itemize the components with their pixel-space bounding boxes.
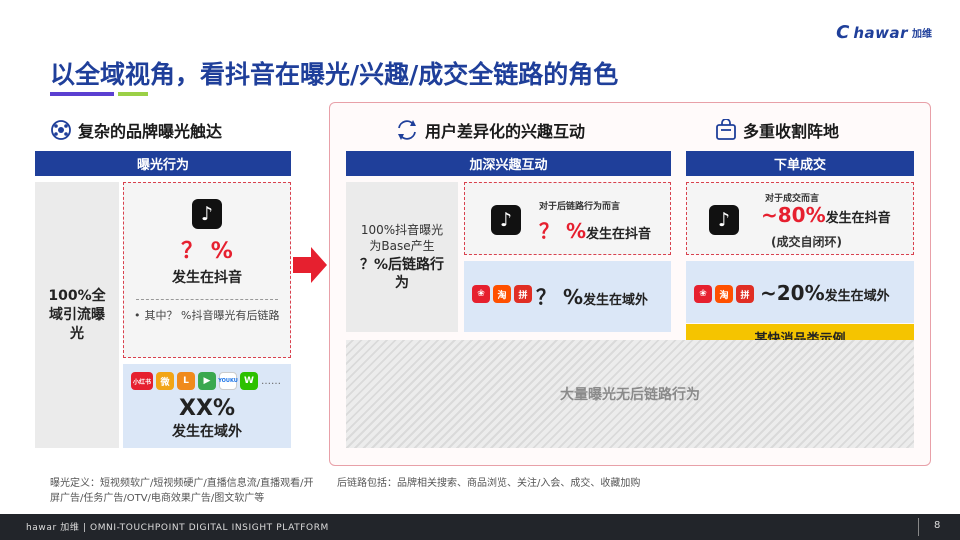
title-underline-green — [118, 92, 148, 96]
footer-divider — [918, 518, 919, 536]
logo-text: hawar — [853, 23, 908, 42]
deal-outside-pct: ~20% — [760, 281, 825, 305]
left-heading-text: 复杂的品牌曝光触达 — [78, 122, 223, 141]
logo-c-icon: C — [836, 22, 850, 43]
xiaohongshu-icon: 小红书 — [131, 372, 153, 390]
taobao-icon: 淘 — [715, 285, 733, 303]
chain-for-label: 对于后链路行为而言 — [539, 202, 621, 212]
tiktok-icon: ♪ — [192, 199, 222, 229]
base-column: 100%抖音曝光为Base产生 ？%后链路行为 — [346, 182, 458, 332]
chain-douyin-box: ♪ 对于后链路行为而言 ？ % 发生在抖音 — [464, 182, 671, 255]
bullet: • — [134, 309, 141, 322]
title-underline-purple — [50, 92, 114, 96]
douyin-label: 发生在抖音 — [172, 270, 242, 286]
network-icon — [51, 120, 71, 140]
chain-douyin-label: 发生在抖音 — [586, 227, 652, 242]
full-domain-text: 100%全域引流曝光 — [48, 287, 106, 342]
refresh-users-icon — [398, 120, 416, 140]
youku-icon: YOUKU — [218, 372, 238, 390]
bilibili-icon: L — [177, 372, 195, 390]
douyin-exposure-box: ♪ ？ % 发生在抖音 • 其中？ %抖音曝光有后链路 — [123, 182, 291, 358]
deal-douyin-stat: ~80% 发生在抖音 — [761, 203, 891, 227]
pinduoduo-icon: 拼 — [736, 285, 754, 303]
no-chain-label: 大量曝光无后链路行为 — [560, 387, 700, 403]
deal-douyin-box: ♪ 对于成交而言 ~80% 发生在抖音 (成交自闭环) — [686, 182, 914, 255]
chain-outside-pct: ？ % — [536, 285, 584, 309]
ecom-icons: ❀ 淘 拼 — [472, 285, 532, 303]
order-deal-bar: 下单成交 — [686, 151, 914, 176]
douyin-note-text: 其中？ %抖音曝光有后链路 — [144, 309, 280, 322]
chain-outside-box: ❀ 淘 拼 ？ % 发生在域外 — [464, 261, 671, 332]
brand-logo: C hawar 加维 — [836, 22, 932, 43]
footnote-post-chain: 后链路包括：品牌相关搜索、商品浏览、关注/入会、成交、收藏加购 — [337, 478, 641, 489]
taobao-icon: 淘 — [493, 285, 511, 303]
footer-brand: hawar 加维 | OMNI-TOUCHPOINT DIGITAL INSIG… — [26, 523, 329, 533]
douyin-pct: ？ % — [181, 239, 233, 264]
interest-interaction-bar: 加深兴趣互动 — [346, 151, 671, 176]
flower-icon: ❀ — [472, 285, 490, 303]
tiktok-icon: ♪ — [491, 205, 521, 235]
mid-heading-text: 用户差异化的兴趣互动 — [425, 122, 586, 141]
more-icon: …… — [261, 375, 281, 387]
platform-icons: 小红书 微 L ▶ YOUKU W …… — [131, 372, 291, 390]
outside-exposure-box: 小红书 微 L ▶ YOUKU W …… XX% 发生在域外 — [123, 364, 291, 448]
deal-outside-stat: ~20% 发生在域外 — [760, 281, 890, 305]
deal-outside-box: ❀ 淘 拼 ~20% 发生在域外 — [686, 261, 914, 323]
arrow-right-icon — [293, 247, 327, 283]
weibo-icon: 微 — [156, 372, 174, 390]
page-number: 8 — [934, 520, 941, 531]
footnote-exposure-definition: 曝光定义：短视频软广/短视频硬广/直播信息流/直播观看/开屏广告/任务广告/OT… — [50, 478, 314, 504]
left-section-heading: 复杂的品牌曝光触达 — [50, 118, 222, 142]
base-pct-text: ？%后链路行为 — [359, 257, 445, 291]
ecom-icons: ❀ 淘 拼 — [694, 285, 754, 303]
page-title: 以全域视角，看抖音在曝光/兴趣/成交全链路的角色 — [50, 60, 619, 89]
mid-section-heading: 用户差异化的兴趣互动 — [395, 118, 585, 142]
deal-outside-label: 发生在域外 — [824, 289, 890, 304]
tiktok-icon: ♪ — [709, 205, 739, 235]
logo-cn: 加维 — [912, 29, 932, 40]
footer-bar: hawar 加维 | OMNI-TOUCHPOINT DIGITAL INSIG… — [0, 514, 960, 540]
chain-outside-stat: ？ % 发生在域外 — [536, 281, 648, 310]
deal-douyin-label: 发生在抖音 — [825, 211, 891, 226]
right-heading-text: 多重收割阵地 — [743, 122, 840, 141]
closed-loop-label: (成交自闭环) — [771, 235, 842, 249]
full-domain-column: 100%全域引流曝光 — [35, 182, 119, 448]
exposure-behavior-bar: 曝光行为 — [35, 151, 291, 176]
deal-douyin-pct: ~80% — [761, 203, 826, 227]
base-text: 100%抖音曝光为Base产生 — [360, 223, 444, 253]
chain-douyin-stat: ？ % 发生在抖音 — [539, 215, 651, 244]
flower-icon: ❀ — [694, 285, 712, 303]
outside-label: 发生在域外 — [172, 424, 242, 440]
pinduoduo-icon: 拼 — [514, 285, 532, 303]
no-chain-hatched-area: 大量曝光无后链路行为 — [346, 340, 914, 448]
chain-douyin-pct: ？ % — [539, 219, 587, 243]
divider — [136, 299, 278, 300]
wechat-icon: W — [240, 372, 258, 390]
outside-pct: XX% — [179, 396, 235, 421]
shopping-bag-icon — [716, 119, 736, 140]
video-play-icon: ▶ — [198, 372, 216, 390]
chain-outside-label: 发生在域外 — [583, 293, 649, 308]
right-section-heading: 多重收割阵地 — [715, 118, 839, 142]
douyin-note: • 其中？ %抖音曝光有后链路 — [134, 308, 280, 323]
